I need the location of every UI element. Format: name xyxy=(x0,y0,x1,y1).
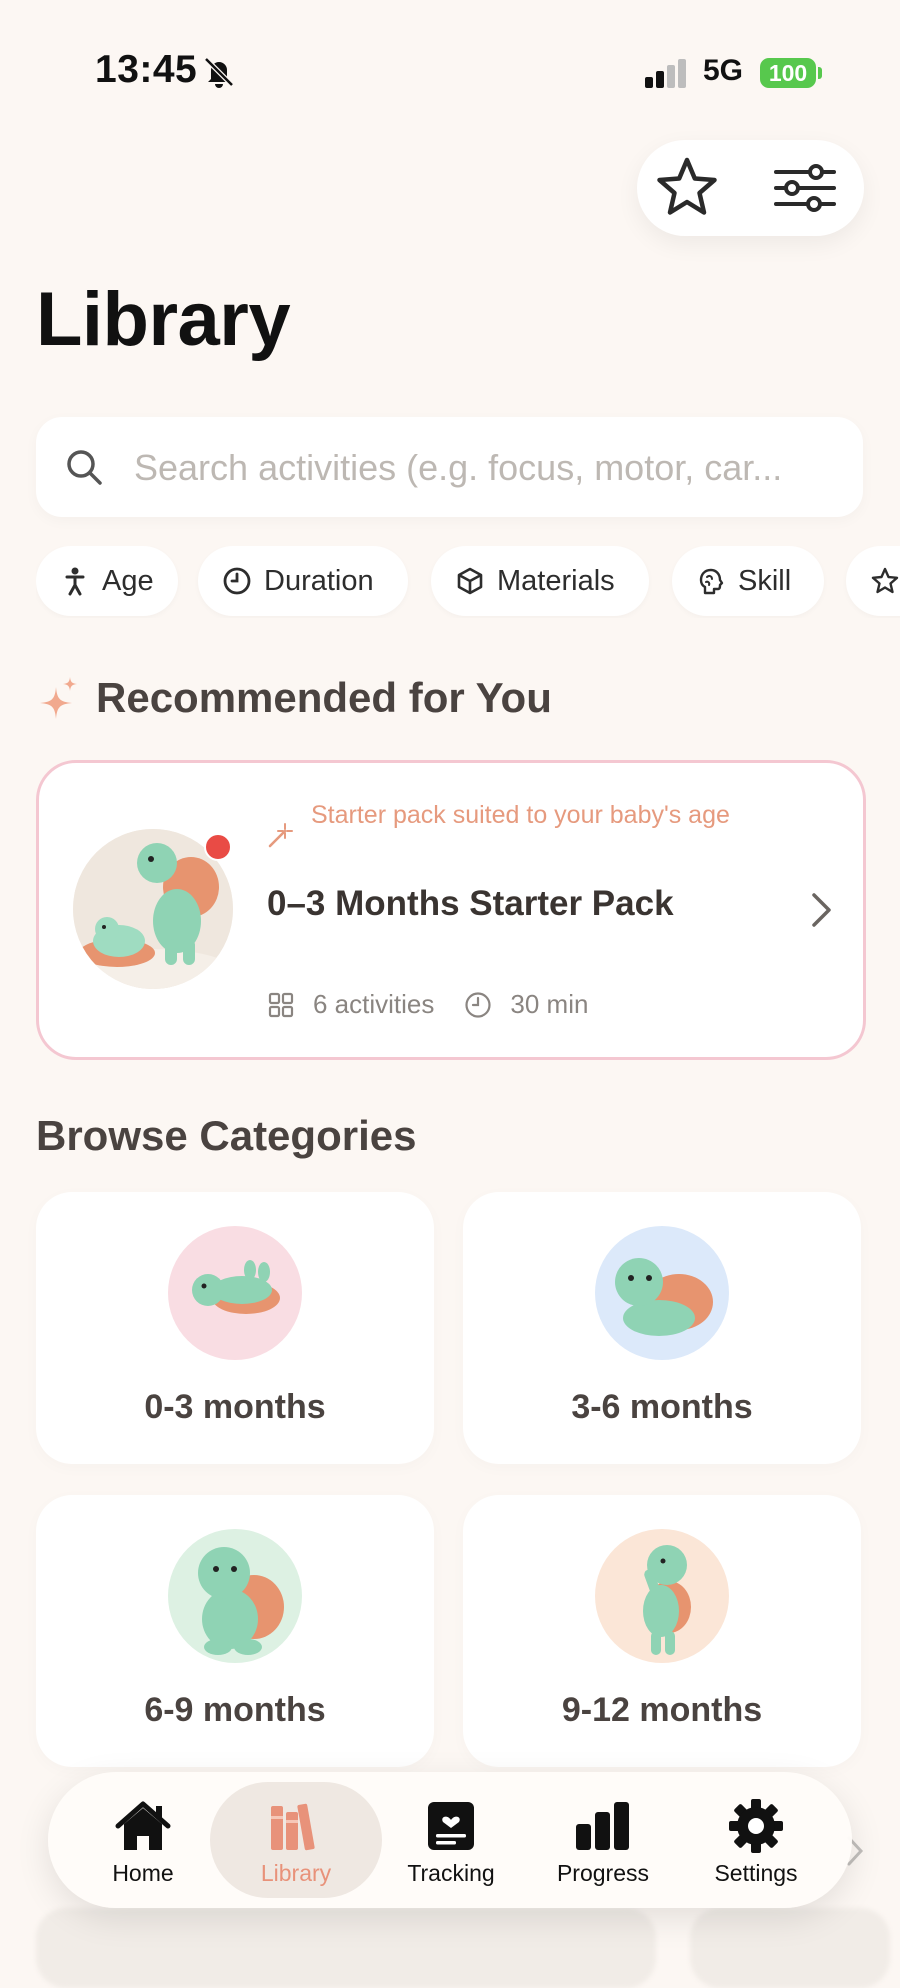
filter-chip-age[interactable]: Age xyxy=(36,546,178,616)
category-card-0-3[interactable]: 0-3 months xyxy=(36,1192,434,1464)
category-card-6-9[interactable]: 6-9 months xyxy=(36,1495,434,1767)
peek-card xyxy=(36,1908,656,1988)
chevron-right-icon xyxy=(812,893,831,927)
tab-label: Progress xyxy=(556,1860,650,1886)
bell-slash-icon xyxy=(204,57,234,88)
filter-chip-label: Age xyxy=(102,564,154,597)
filter-chip-duration[interactable]: Duration xyxy=(198,546,408,616)
status-time: 13:45 xyxy=(95,48,198,91)
category-label: 6-9 months xyxy=(144,1691,326,1729)
network-type: 5G xyxy=(703,54,744,87)
starter-pack-duration: 30 min xyxy=(510,989,589,1019)
brain-icon xyxy=(699,568,724,595)
peek-card xyxy=(690,1908,890,1988)
filter-chip-skill[interactable]: Skill xyxy=(672,546,824,616)
filter-sliders-icon[interactable] xyxy=(770,154,840,222)
battery-tip xyxy=(818,67,822,79)
categories-section-title: Browse Categories xyxy=(36,1112,417,1159)
category-label: 0-3 months xyxy=(144,1388,326,1426)
starter-pack-meta: 6 activities 30 min xyxy=(267,989,588,1020)
tab-library[interactable]: Library xyxy=(221,1772,371,1908)
turtle-crawling-icon xyxy=(615,1258,713,1336)
starter-pack-title: 0–3 Months Starter Pack xyxy=(267,884,674,923)
house-icon xyxy=(115,1801,171,1850)
page-title: Library xyxy=(36,277,291,362)
clock-icon xyxy=(465,991,491,1018)
new-badge-dot xyxy=(204,833,232,861)
turtle-sitting-icon xyxy=(198,1547,284,1655)
person-icon xyxy=(65,567,85,596)
category-illustration xyxy=(168,1226,302,1360)
filter-chip-favorites[interactable] xyxy=(846,546,900,616)
tab-tracking[interactable]: Tracking xyxy=(376,1772,526,1908)
bottom-tab-bar: Home Library Tracking Progress Settings xyxy=(48,1772,852,1908)
bar-chart-icon xyxy=(576,1802,629,1850)
search-bar xyxy=(36,417,863,517)
tab-settings[interactable]: Settings xyxy=(681,1772,831,1908)
tab-progress[interactable]: Progress xyxy=(528,1772,678,1908)
tab-label: Library xyxy=(260,1860,332,1886)
category-illustration xyxy=(595,1226,729,1360)
tab-label: Tracking xyxy=(407,1860,495,1886)
clock-icon xyxy=(223,567,251,595)
gear-icon xyxy=(729,1799,783,1853)
category-card-3-6[interactable]: 3-6 months xyxy=(463,1192,861,1464)
starter-pack-card[interactable]: Starter pack suited to your baby's age 0… xyxy=(36,760,866,1060)
signal-icon xyxy=(645,58,689,88)
recommended-section-title: Recommended for You xyxy=(96,674,552,721)
starter-pack-kicker: Starter pack suited to your baby's age xyxy=(311,801,730,829)
starter-pack-activities: 6 activities xyxy=(313,989,435,1019)
filter-chip-row[interactable]: Age Duration Materials Skill xyxy=(36,546,900,618)
filter-chip-label: Skill xyxy=(738,564,792,597)
category-label: 9-12 months xyxy=(561,1691,763,1729)
turtle-lying-icon xyxy=(192,1260,280,1314)
tracking-card-icon xyxy=(428,1802,474,1850)
tab-home[interactable]: Home xyxy=(68,1772,218,1908)
favorites-star-icon[interactable] xyxy=(653,154,721,222)
grid-icon xyxy=(268,992,294,1017)
battery-indicator: 100 xyxy=(760,58,816,88)
cube-icon xyxy=(457,567,483,595)
sparkle-icon xyxy=(40,677,77,719)
magic-wand-icon xyxy=(268,823,293,848)
tab-label: Home xyxy=(112,1860,174,1886)
category-illustration xyxy=(168,1529,302,1663)
filter-chip-materials[interactable]: Materials xyxy=(431,546,649,616)
top-action-pill xyxy=(637,140,864,236)
search-icon xyxy=(67,450,102,485)
star-icon xyxy=(871,567,899,594)
category-card-9-12[interactable]: 9-12 months xyxy=(463,1495,861,1767)
category-illustration xyxy=(595,1529,729,1663)
tab-label: Settings xyxy=(714,1860,798,1886)
books-icon xyxy=(271,1803,315,1851)
search-input[interactable] xyxy=(132,439,856,497)
turtle-standing-icon xyxy=(643,1545,691,1655)
filter-chip-label: Duration xyxy=(264,564,374,597)
filter-chip-label: Materials xyxy=(497,564,615,597)
category-label: 3-6 months xyxy=(571,1388,753,1426)
